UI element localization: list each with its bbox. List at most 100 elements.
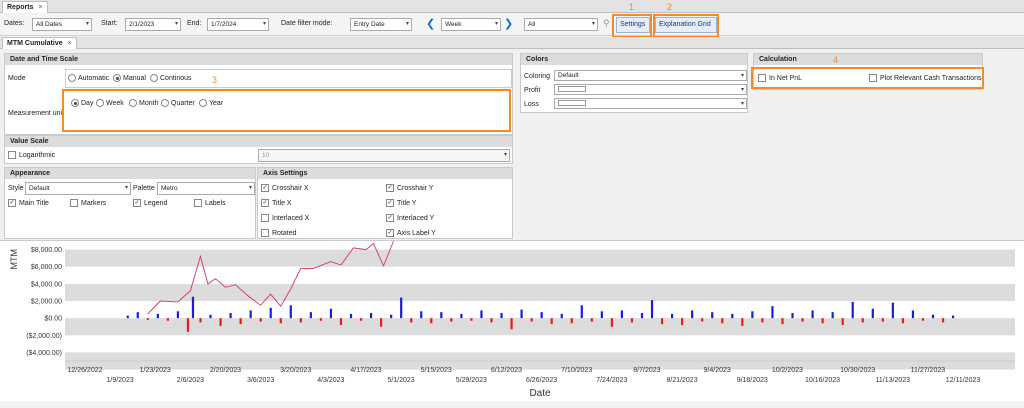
labels-checkbox[interactable]: Labels [194, 199, 226, 207]
data-bar [470, 318, 473, 321]
close-icon[interactable]: × [38, 4, 42, 11]
data-bar [771, 306, 774, 319]
data-bar [359, 318, 363, 321]
data-bar [166, 318, 169, 321]
x-tick-label: 3/6/2023 [247, 377, 274, 384]
checkbox-icon [261, 229, 269, 237]
data-bar [490, 318, 493, 323]
chart-area: $8,000.00 $6,000.00 $4,000.00 $2,000.00 $0.0… [0, 240, 1024, 408]
data-bar [901, 318, 904, 324]
mode-option-continous[interactable]: Continous [150, 74, 192, 82]
axis-option-title-x[interactable]: ✓ Title X [261, 199, 292, 207]
x-tick-label: 1/23/2023 [140, 367, 171, 374]
y-axis-title: MTM [9, 249, 19, 270]
previous-period-icon[interactable]: ❮ [426, 17, 435, 30]
mtm-chart[interactable]: $8,000.00 $6,000.00 $4,000.00 $2,000.00 $0.0… [0, 240, 1024, 408]
end-date-picker[interactable]: 1/7/2024 ▾ [207, 18, 269, 31]
axis-option-rotated[interactable]: Rotated [261, 229, 297, 237]
log-base-value: 10 [262, 152, 270, 159]
data-bar [156, 313, 159, 319]
data-bar [560, 313, 563, 319]
coloring-dropdown[interactable]: Default ▾ [554, 70, 747, 81]
loss-color-picker[interactable]: ▾ [554, 98, 747, 109]
axis-option-crosshair-x[interactable]: ✓ Crosshair X [261, 184, 309, 192]
chevron-down-icon: ▾ [740, 87, 744, 93]
colors-panel: Colors Coloring Default ▾ Profit ▾ Loss ▾ [520, 53, 748, 113]
style-dropdown[interactable]: Default ▾ [25, 182, 131, 195]
x-tick-label: 2/6/2023 [177, 377, 204, 384]
filter-icon[interactable]: ⚲ [603, 18, 610, 29]
mode-automatic-label: Automatic [78, 74, 110, 82]
y-tick-label: $6,000.00 [31, 264, 62, 271]
tab-reports[interactable]: Reports × [2, 1, 48, 13]
x-tick-label: 3/20/2023 [280, 367, 311, 374]
x-tick-label: 10/16/2023 [805, 377, 840, 384]
tab-mtm-cumulative[interactable]: MTM Cumulative × [2, 37, 77, 49]
legend-checkbox[interactable]: ✓ Legend [133, 199, 167, 207]
data-bar [520, 309, 523, 319]
data-bar [671, 313, 674, 319]
data-bar [410, 318, 413, 323]
data-bar [751, 311, 754, 319]
annotation-number-3: 3 [212, 75, 218, 85]
y-tick-label: ($4,000.00) [26, 350, 62, 357]
value-scale-title: Value Scale [5, 136, 512, 147]
checkbox-icon [194, 199, 202, 207]
next-period-icon[interactable]: ❯ [504, 17, 513, 30]
mode-option-manual[interactable]: Manual [113, 74, 146, 82]
main-title-checkbox[interactable]: ✓ Main Title [8, 199, 49, 207]
checkbox-icon [261, 214, 269, 222]
axis-option-axis-label-y[interactable]: ✓ Axis Label Y [386, 229, 436, 237]
radio-icon [113, 74, 121, 82]
axis-option-title-y[interactable]: ✓ Title Y [386, 199, 416, 207]
data-bar [931, 314, 935, 319]
data-bar [681, 318, 684, 325]
palette-dropdown[interactable]: Metro ▾ [157, 182, 255, 195]
log-base-dropdown[interactable]: 10 ▾ [258, 149, 510, 162]
profit-color-swatch [558, 86, 586, 92]
period-dropdown[interactable]: Week ▾ [441, 18, 501, 31]
close-icon[interactable]: × [68, 40, 72, 47]
data-bar [390, 314, 393, 319]
data-bar [510, 318, 513, 330]
style-label: Style [8, 185, 24, 192]
loss-label: Loss [524, 101, 539, 108]
data-bar [610, 318, 613, 327]
profit-color-picker[interactable]: ▾ [554, 84, 747, 95]
axis-option-label: Crosshair Y [397, 184, 434, 192]
dates-dropdown[interactable]: All Dates ▾ [32, 18, 92, 31]
data-bar [811, 310, 814, 319]
axis-option-crosshair-y[interactable]: ✓ Crosshair Y [386, 184, 433, 192]
data-bar [176, 311, 180, 319]
markers-checkbox[interactable]: Markers [70, 199, 106, 207]
loss-color-swatch [558, 100, 586, 106]
chevron-down-icon: ▾ [174, 21, 178, 27]
x-tick-label: 5/29/2023 [456, 377, 487, 384]
axis-option-label: Interlaced X [272, 214, 310, 222]
axis-option-interlaced-y[interactable]: ✓ Interlaced Y [386, 214, 434, 222]
logarithmic-checkbox[interactable]: Logarithmic [8, 151, 55, 159]
measurement-unit-label: Measurement unit [8, 110, 65, 117]
filter-mode-dropdown[interactable]: Entry Date ▾ [350, 18, 412, 31]
main-title-label: Main Title [19, 199, 49, 207]
start-date-picker[interactable]: 2/1/2023 ▾ [125, 18, 181, 31]
data-bar [400, 297, 403, 319]
axis-option-interlaced-x[interactable]: Interlaced X [261, 214, 309, 222]
annotation-box-settings [612, 14, 652, 38]
palette-label: Palette [133, 185, 155, 192]
chevron-down-icon: ▾ [591, 21, 595, 27]
mode-option-automatic[interactable]: Automatic [68, 74, 109, 82]
x-tick-label: 7/24/2023 [596, 377, 627, 384]
data-bar [540, 312, 543, 319]
check-icon: ✓ [386, 214, 394, 222]
data-bar [851, 301, 854, 319]
chevron-down-icon: ▾ [494, 21, 498, 27]
mode-label: Mode [8, 75, 26, 82]
x-tick-label: 8/7/2023 [633, 367, 660, 374]
data-bar [731, 313, 734, 319]
data-bar [309, 312, 312, 319]
account-dropdown[interactable]: All ▾ [524, 18, 598, 31]
data-bar [570, 318, 573, 324]
x-tick-label: 12/26/2022 [67, 367, 102, 374]
data-bar [339, 318, 343, 325]
